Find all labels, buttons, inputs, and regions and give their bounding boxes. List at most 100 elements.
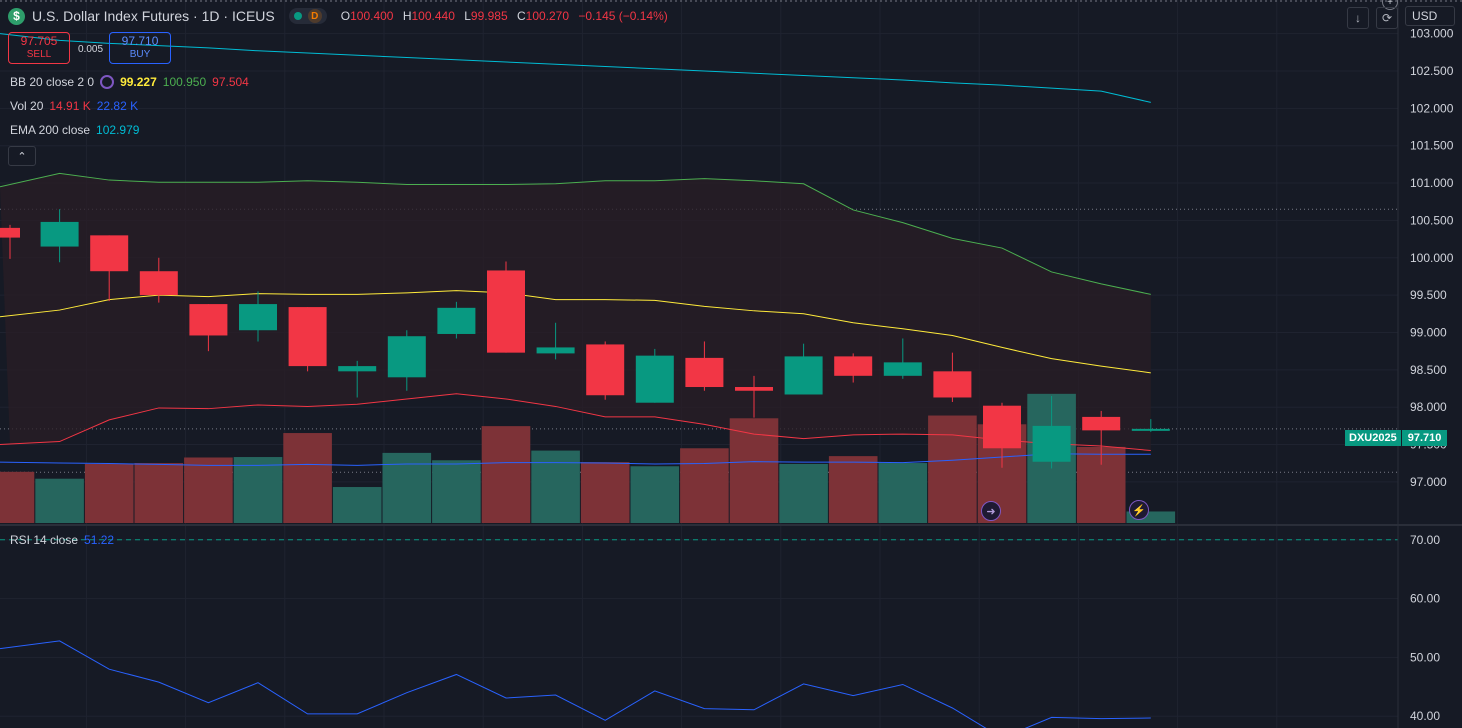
- bb-name: BB 20 close 2 0: [10, 75, 95, 89]
- symbol-title[interactable]: U.S. Dollar Index Futures · 1D · ICEUS: [32, 8, 275, 24]
- candle-body: [90, 235, 129, 272]
- ohlc-open-key: O: [340, 9, 351, 23]
- chart-canvas[interactable]: 103.000 102.500 102.000 101.500 101.000 100.5…: [0, 0, 1462, 728]
- ohlc-open: 100.400: [350, 9, 394, 23]
- ohlc-high: 100.440: [411, 9, 455, 23]
- ohlc-close: 100.270: [525, 9, 570, 23]
- volume-bar: [0, 471, 35, 523]
- volume-bar: [35, 478, 84, 523]
- price-tick-label: 97.000: [1410, 475, 1447, 489]
- candle-body: [834, 356, 873, 376]
- volume-bar: [184, 457, 233, 523]
- volume-bar: [828, 456, 878, 523]
- rsi-tick-label: 60.00: [1410, 592, 1440, 606]
- volume-bar: [432, 460, 481, 523]
- candle-body: [784, 356, 823, 395]
- candle-body: [735, 387, 773, 391]
- volume-bar: [84, 463, 134, 523]
- rsi-value: 51.22: [84, 533, 115, 547]
- legend-rsi[interactable]: RSI 14 close 51.22: [10, 532, 120, 548]
- event-arrow-icon[interactable]: ➜: [981, 501, 1001, 521]
- price-tick-label: 99.000: [1410, 325, 1447, 339]
- trade-panel: 97.705 SELL 0.005 97.710 BUY: [8, 32, 172, 64]
- candle-body: [338, 366, 377, 372]
- buy-price: 97.710: [121, 34, 159, 48]
- sell-price: 97.705: [20, 34, 58, 48]
- bb-lower-value: 97.504: [212, 75, 249, 89]
- ema-line: [0, 33, 1151, 103]
- price-tick-label: 102.000: [1410, 101, 1454, 115]
- price-tick-label: 101.500: [1410, 139, 1454, 153]
- price-tag-symbol: DXU2025: [1345, 430, 1401, 446]
- currency-value: USD: [1412, 9, 1438, 23]
- ema-name: EMA 200 close: [10, 123, 91, 137]
- ema-value: 102.979: [96, 123, 140, 137]
- spread-value: 0.005: [78, 44, 104, 55]
- volume-bar: [779, 463, 828, 523]
- candle-body: [983, 405, 1021, 449]
- price-tick-label: 100.500: [1410, 213, 1454, 227]
- price-tick-label: 98.500: [1410, 363, 1447, 377]
- legend-ema[interactable]: EMA 200 close 102.979: [10, 121, 145, 139]
- ohlc-close-key: C: [516, 9, 526, 23]
- bb-basis-value: 99.227: [120, 75, 157, 89]
- ohlc-low-key: L: [464, 9, 471, 23]
- currency-selector[interactable]: USD: [1405, 6, 1455, 26]
- symbol-header[interactable]: $ U.S. Dollar Index Futures · 1D · ICEUS…: [8, 6, 674, 26]
- bb-settings-icon[interactable]: [100, 75, 115, 89]
- candle-body: [883, 362, 922, 376]
- event-lightning-icon[interactable]: ⚡: [1129, 500, 1149, 520]
- bb-upper-value: 100.950: [162, 75, 207, 89]
- delayed-badge: D: [307, 9, 322, 23]
- rsi-tick-label: 40.00: [1410, 709, 1440, 723]
- volume-bar: [283, 433, 332, 523]
- vol-name: Vol 20: [10, 99, 44, 113]
- bb-fill: [0, 173, 1151, 451]
- price-tick-label: 98.000: [1410, 400, 1447, 414]
- candle-body: [387, 336, 426, 378]
- sell-button[interactable]: 97.705 SELL: [8, 32, 70, 64]
- volume-bar: [680, 448, 729, 523]
- volume-bar: [928, 415, 977, 523]
- refresh-icon[interactable]: ⟳: [1376, 7, 1398, 29]
- arrow-down-icon[interactable]: ↓: [1347, 7, 1369, 29]
- buy-label: BUY: [129, 49, 151, 60]
- rsi-tick-label: 70.00: [1410, 533, 1440, 547]
- price-tag-value: 97.710: [1401, 430, 1448, 446]
- market-status[interactable]: D: [288, 8, 327, 24]
- price-tick-label: 102.500: [1410, 64, 1454, 78]
- market-open-dot-icon: [293, 12, 302, 20]
- price-tick-label: 99.500: [1410, 288, 1447, 302]
- legend-vol[interactable]: Vol 20 14.91 K 22.82 K: [10, 97, 144, 115]
- candle-body: [487, 270, 525, 353]
- candle-body: [239, 304, 277, 331]
- volume-bar: [481, 426, 531, 523]
- candle-body: [1131, 428, 1170, 431]
- candle-body: [1082, 416, 1121, 431]
- rsi-pane: [0, 640, 1151, 728]
- price-tick-label: 100.000: [1410, 251, 1454, 265]
- candle-body: [685, 357, 724, 388]
- candle-body: [437, 307, 476, 334]
- rsi-line: [0, 640, 1151, 728]
- candle-body: [189, 304, 228, 336]
- price-tick-label: 103.000: [1410, 27, 1454, 41]
- price-tick-label: 101.000: [1410, 176, 1454, 190]
- volume-bar: [233, 457, 283, 523]
- buy-button[interactable]: 97.710 BUY: [109, 32, 172, 64]
- rsi-name: RSI 14 close: [10, 533, 79, 547]
- volume-bar: [630, 466, 680, 523]
- volume-bar: [580, 462, 630, 523]
- vol-ma-value: 22.82 K: [96, 99, 139, 113]
- volume-bar: [134, 463, 184, 523]
- candle-body: [586, 344, 625, 396]
- candle-body: [40, 221, 79, 247]
- dollar-logo-icon: $: [8, 7, 25, 25]
- candle-body: [536, 347, 575, 354]
- vol-value: 14.91 K: [49, 99, 91, 113]
- collapse-legend-button[interactable]: ⌃: [8, 146, 36, 166]
- legend-bb[interactable]: BB 20 close 2 0 99.227 100.950 97.504: [10, 73, 255, 91]
- ohlc-change: −0.145 (−0.14%): [578, 9, 668, 23]
- candle-body: [288, 307, 327, 367]
- candle-body: [139, 271, 178, 296]
